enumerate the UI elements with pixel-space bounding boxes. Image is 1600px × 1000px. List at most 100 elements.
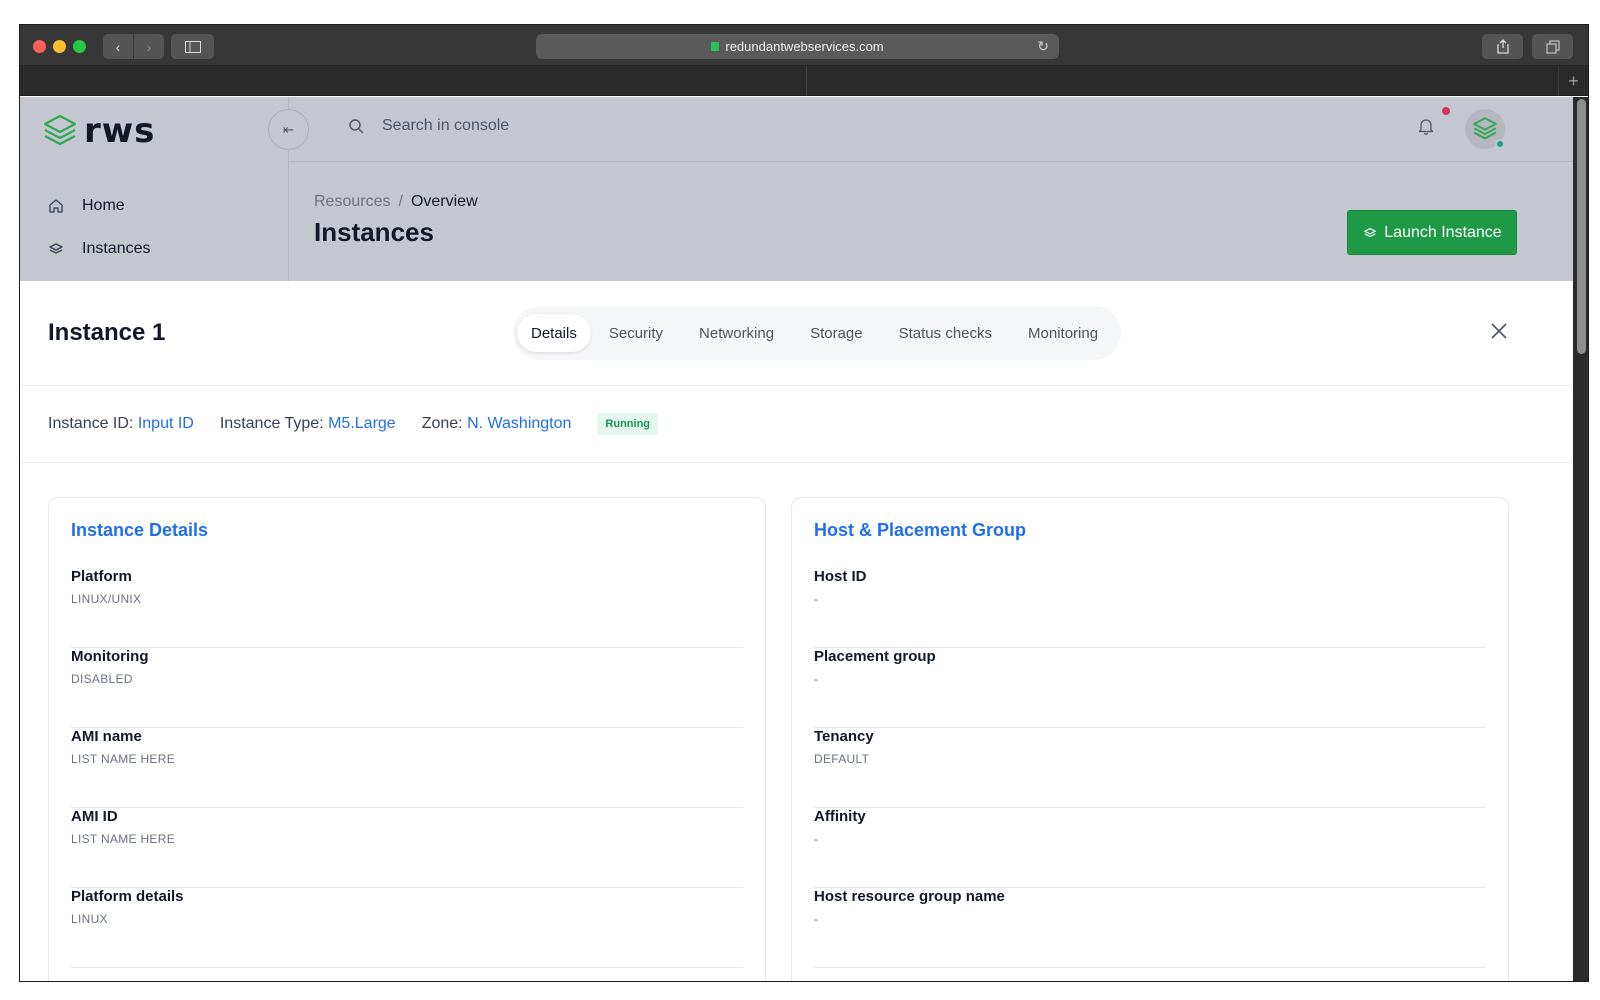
instance-zone: Zone: N. Washington <box>422 415 572 433</box>
forward-button[interactable]: › <box>134 34 164 59</box>
host-placement-card: Host & Placement Group Host ID - Placeme… <box>791 497 1509 981</box>
launch-instance-label: Launch Instance <box>1384 223 1502 241</box>
detail-tabs: Details Security Networking Storage Stat… <box>513 306 1121 360</box>
zoom-window-button[interactable] <box>73 40 86 53</box>
tab-divider <box>806 66 807 96</box>
field-platform-details: Platform details LINUX <box>71 888 743 968</box>
field-value: LINUX <box>71 912 108 926</box>
rws-logo-icon <box>43 114 77 146</box>
logo[interactable]: rws <box>42 111 155 151</box>
field-value: LIST NAME HERE <box>71 832 176 846</box>
launch-instance-button[interactable]: Launch Instance <box>1347 210 1517 255</box>
search-input[interactable]: Search in console <box>348 117 509 135</box>
close-panel-button[interactable] <box>1490 321 1508 345</box>
tab-overview-button[interactable] <box>1532 34 1573 59</box>
card-title: Host & Placement Group <box>814 520 1027 540</box>
collapse-sidebar-button[interactable]: ⇤ <box>268 109 309 150</box>
field-host-id: Host ID - <box>814 568 1486 648</box>
tab-monitoring[interactable]: Monitoring <box>1010 314 1116 352</box>
field-label: Platform details <box>71 888 184 905</box>
new-tab-button[interactable]: + <box>1558 66 1588 96</box>
collapse-left-icon: ⇤ <box>283 121 294 137</box>
tab-storage[interactable]: Storage <box>792 314 881 352</box>
app-viewport: rws Home Instances ⇤ Search in console R… <box>20 97 1573 981</box>
home-icon <box>49 199 63 213</box>
field-ami-id: AMI ID LIST NAME HERE <box>71 808 743 888</box>
breadcrumb-resources[interactable]: Resources <box>314 193 390 211</box>
card-title: Instance Details <box>71 520 209 540</box>
scrollbar-thumb[interactable] <box>1577 99 1586 354</box>
notifications-button[interactable] <box>1418 117 1434 140</box>
field-value: LINUX/UNIX <box>71 592 142 606</box>
status-badge: Running <box>597 413 659 435</box>
browser-window: ‹ › redundantwebservices.com ↻ + rws Hom… <box>19 24 1589 982</box>
field-value: - <box>814 832 819 846</box>
instance-id-value[interactable]: Input ID <box>138 415 194 432</box>
field-value: - <box>814 672 819 686</box>
browser-tabstrip: + <box>20 66 1588 96</box>
field-label: Host ID <box>814 568 867 585</box>
layers-icon <box>1364 227 1377 237</box>
field-host-resource-group: Host resource group name - <box>814 888 1486 968</box>
field-monitoring: Monitoring DISABLED <box>71 648 743 728</box>
field-value: DISABLED <box>71 672 133 686</box>
field-affinity: Affinity - <box>814 808 1486 888</box>
instance-detail-panel: Instance 1 Details Security Networking S… <box>20 281 1573 981</box>
share-icon <box>1496 39 1509 54</box>
sidebar: rws Home Instances <box>20 97 289 281</box>
browser-titlebar: ‹ › redundantwebservices.com ↻ <box>20 25 1588 66</box>
plus-icon: + <box>1568 70 1579 91</box>
lock-icon <box>711 42 720 51</box>
instance-type-label: Instance Type: <box>219 415 324 432</box>
field-label: Tenancy <box>814 728 874 745</box>
instance-id: Instance ID: Input ID <box>48 415 194 433</box>
tab-security[interactable]: Security <box>591 314 681 352</box>
tab-details[interactable]: Details <box>517 314 591 352</box>
sidebar-item-home[interactable]: Home <box>48 197 125 215</box>
page-scrollbar[interactable] <box>1573 97 1588 981</box>
breadcrumb-separator: / <box>398 193 403 210</box>
field-label: Placement group <box>814 648 936 665</box>
browser-sidebar-button[interactable] <box>171 34 214 59</box>
brand-name: rws <box>84 111 156 151</box>
address-bar[interactable]: redundantwebservices.com ↻ <box>536 34 1059 59</box>
instance-title: Instance 1 <box>48 319 166 346</box>
instance-id-label: Instance ID: <box>48 415 134 432</box>
field-placement-group: Placement group - <box>814 648 1486 728</box>
topbar-divider <box>289 161 1573 162</box>
user-avatar-icon <box>1473 117 1497 140</box>
field-label: Platform <box>71 568 132 585</box>
field-ami-name: AMI name LIST NAME HERE <box>71 728 743 808</box>
instance-type: Instance Type: M5.Large <box>220 415 396 433</box>
close-window-button[interactable] <box>33 40 46 53</box>
search-icon <box>349 119 364 134</box>
field-value: - <box>814 592 819 606</box>
reload-icon[interactable]: ↻ <box>1037 38 1049 55</box>
chevron-left-icon: ‹ <box>115 38 121 55</box>
field-value: DEFAULT <box>814 752 870 766</box>
close-icon <box>1491 323 1507 339</box>
zone-label: Zone: <box>421 415 463 432</box>
minimize-window-button[interactable] <box>53 40 66 53</box>
dimmed-background: rws Home Instances ⇤ Search in console R… <box>20 97 1573 281</box>
field-label: Affinity <box>814 808 866 825</box>
zone-value[interactable]: N. Washington <box>467 415 571 432</box>
tab-networking[interactable]: Networking <box>681 314 792 352</box>
field-label: AMI ID <box>71 808 118 825</box>
layers-icon <box>49 243 63 254</box>
back-button[interactable]: ‹ <box>103 34 133 59</box>
field-platform: Platform LINUX/UNIX <box>71 568 743 648</box>
breadcrumb: Resources / Overview <box>314 193 478 211</box>
sidebar-item-instances[interactable]: Instances <box>48 240 150 258</box>
search-placeholder: Search in console <box>382 117 510 134</box>
tab-status-checks[interactable]: Status checks <box>881 314 1010 352</box>
notification-dot <box>1442 107 1450 115</box>
field-label: AMI name <box>71 728 142 745</box>
field-label: Monitoring <box>71 648 149 665</box>
instance-type-value[interactable]: M5.Large <box>328 415 396 432</box>
page-title: Instances <box>314 217 434 247</box>
sidebar-item-label: Instances <box>82 240 151 257</box>
share-button[interactable] <box>1482 34 1523 59</box>
panel-header: Instance 1 Details Security Networking S… <box>20 281 1573 386</box>
sidebar-item-label: Home <box>82 197 125 214</box>
